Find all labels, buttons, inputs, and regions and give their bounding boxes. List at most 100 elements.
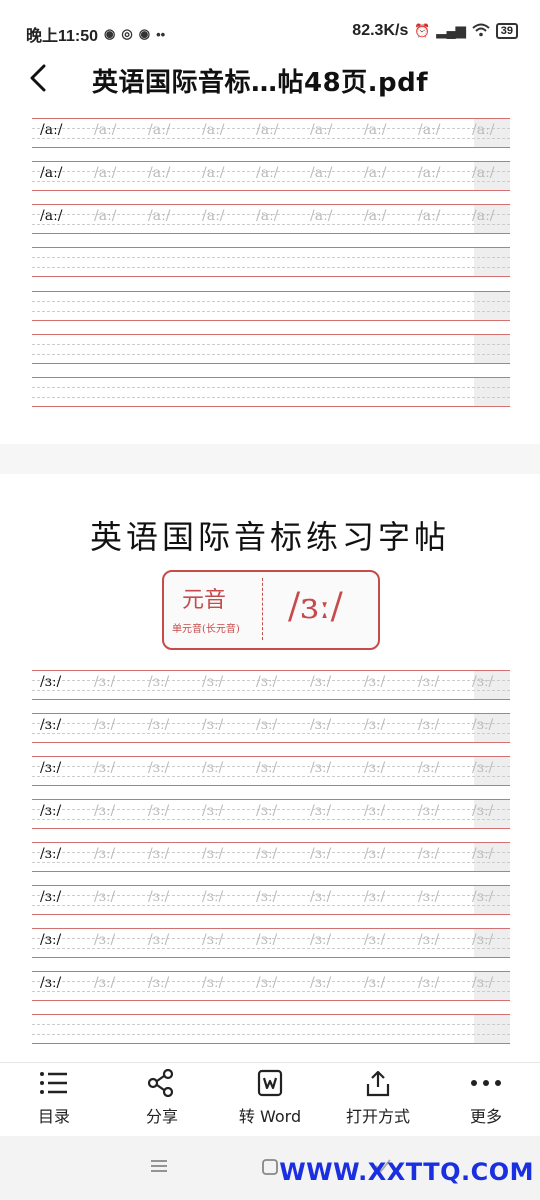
- app-notification-icon: ◉: [138, 26, 151, 41]
- share-icon: [147, 1069, 174, 1097]
- guide-line: [32, 1024, 510, 1025]
- guide-line: [32, 161, 510, 162]
- trace-symbol: /aː/: [148, 208, 171, 224]
- phoneme-card: 元音 单元音(长元音) /ɜː/: [162, 570, 380, 650]
- word-icon: [257, 1069, 283, 1097]
- trace-symbol: /ɜː/: [256, 889, 278, 905]
- row-margin-shade: [474, 247, 510, 277]
- practice-row: /aː/ /aː/ /aː/ /aː/ /aː/ /aː/ /aː/ /aː/ /aː/: [32, 118, 510, 148]
- back-arrow-icon[interactable]: [28, 64, 50, 92]
- toolbar-share-button[interactable]: 分享: [108, 1069, 216, 1127]
- trace-symbol: /ɜː/: [364, 717, 386, 733]
- model-symbol: /aː/: [40, 208, 63, 224]
- network-speed: 82.3K/s: [352, 22, 409, 39]
- guide-line: [32, 928, 510, 929]
- guide-line: [32, 991, 510, 992]
- row-margin-shade: [474, 377, 510, 407]
- trace-symbol: /ɜː/: [202, 803, 224, 819]
- trace-symbol: /ɜː/: [94, 717, 116, 733]
- trace-symbol: /ɜː/: [418, 975, 440, 991]
- guide-line: [32, 267, 510, 268]
- trace-symbol: /ɜː/: [202, 760, 224, 776]
- trace-symbol: /ɜː/: [364, 975, 386, 991]
- home-nav-icon[interactable]: [261, 1158, 279, 1176]
- trace-symbol: /ɜː/: [202, 975, 224, 991]
- trace-symbol: /aː/: [202, 208, 225, 224]
- trace-symbol: /ɜː/: [472, 975, 494, 991]
- guide-line: [32, 397, 510, 398]
- trace-symbol: /ɜː/: [148, 846, 170, 862]
- trace-symbol: /ɜː/: [94, 803, 116, 819]
- trace-symbol: /ɜː/: [148, 889, 170, 905]
- practice-row: /ɜː/ /ɜː/ /ɜː/ /ɜː/ /ɜː/ /ɜː/ /ɜː/ /ɜː/ /ɜː/: [32, 885, 510, 915]
- guide-line: [32, 233, 510, 234]
- trace-symbol: /ɜː/: [310, 674, 332, 690]
- guide-line: [32, 828, 510, 829]
- trace-symbol: /ɜː/: [202, 846, 224, 862]
- system-nav-bar: WWW.XXTTQ.COM: [0, 1136, 540, 1200]
- trace-symbol: /ɜː/: [418, 932, 440, 948]
- trace-symbol: /aː/: [94, 122, 117, 138]
- site-watermark: WWW.XXTTQ.COM: [279, 1158, 534, 1186]
- document-title: 英语国际音标…帖48页.pdf: [92, 68, 429, 98]
- toolbar-label: 分享: [145, 1107, 178, 1126]
- trace-symbol: /ɜː/: [202, 717, 224, 733]
- model-symbol: /aː/: [40, 165, 63, 181]
- toolbar-label: 转 Word: [238, 1107, 302, 1126]
- app-notification-icon: ◎: [121, 26, 133, 41]
- practice-row: /ɜː/ /ɜː/ /ɜː/ /ɜː/ /ɜː/ /ɜː/ /ɜː/ /ɜː/ /ɜː/: [32, 928, 510, 958]
- guide-line: [32, 334, 510, 335]
- guide-line: [32, 276, 510, 277]
- guide-line: [32, 819, 510, 820]
- toolbar-label: 目录: [37, 1107, 70, 1126]
- guide-line: [32, 291, 510, 292]
- guide-line: [32, 387, 510, 388]
- trace-symbol: /ɜː/: [472, 760, 494, 776]
- trace-symbol: /ɜː/: [148, 717, 170, 733]
- trace-symbol: /ɜː/: [364, 889, 386, 905]
- trace-symbol: /ɜː/: [418, 846, 440, 862]
- trace-symbol: /ɜː/: [472, 846, 494, 862]
- guide-line: [32, 699, 510, 700]
- menu-nav-icon[interactable]: [150, 1158, 168, 1174]
- app-notification-icon: ◉: [104, 26, 116, 41]
- blank-practice-row: [32, 377, 510, 407]
- trace-symbol: /aː/: [148, 122, 171, 138]
- guide-line: [32, 914, 510, 915]
- guide-line: [32, 406, 510, 407]
- title-bar: 英语国际音标…帖48页.pdf: [0, 50, 540, 106]
- guide-line: [32, 670, 510, 671]
- trace-symbol: /aː/: [418, 165, 441, 181]
- open-with-icon: [366, 1070, 390, 1097]
- worksheet-heading: 英语国际音标练习字帖: [89, 518, 450, 556]
- toolbar-contents-button[interactable]: 目录: [0, 1069, 108, 1127]
- guide-line: [32, 181, 510, 182]
- trace-symbol: /aː/: [310, 122, 333, 138]
- trace-symbol: /aː/: [472, 208, 495, 224]
- guide-line: [32, 224, 510, 225]
- practice-row: /ɜː/ /ɜː/ /ɜː/ /ɜː/ /ɜː/ /ɜː/ /ɜː/ /ɜː/ /ɜː/: [32, 799, 510, 829]
- blank-practice-row: [32, 334, 510, 364]
- practice-row: /ɜː/ /ɜː/ /ɜː/ /ɜː/ /ɜː/ /ɜː/ /ɜː/ /ɜː/ /ɜː/: [32, 971, 510, 1001]
- phoneme-symbol-large: /ɜː/: [288, 586, 343, 627]
- trace-symbol: /ɜː/: [94, 932, 116, 948]
- toolbar-to-word-button[interactable]: 转 Word: [216, 1069, 324, 1127]
- trace-symbol: /aː/: [418, 208, 441, 224]
- status-time: 晚上11:50: [26, 28, 99, 45]
- guide-line: [32, 742, 510, 743]
- guide-line: [32, 257, 510, 258]
- practice-row: /ɜː/ /ɜː/ /ɜː/ /ɜː/ /ɜː/ /ɜː/ /ɜː/ /ɜː/ /ɜː/: [32, 756, 510, 786]
- trace-symbol: /ɜː/: [418, 717, 440, 733]
- trace-symbol: /ɜː/: [472, 889, 494, 905]
- trace-symbol: /aː/: [94, 165, 117, 181]
- guide-line: [32, 1014, 510, 1015]
- toolbar-open-with-button[interactable]: 打开方式: [324, 1069, 432, 1127]
- phoneme-subcategory: 单元音(长元音): [172, 624, 240, 635]
- trace-symbol: /ɜː/: [418, 760, 440, 776]
- trace-symbol: /ɜː/: [310, 760, 332, 776]
- toolbar-more-button[interactable]: 更多: [432, 1069, 540, 1127]
- row-margin-shade: [474, 1014, 510, 1044]
- trace-symbol: /aː/: [148, 165, 171, 181]
- model-symbol: /ɜː/: [40, 760, 62, 776]
- trace-symbol: /ɜː/: [256, 975, 278, 991]
